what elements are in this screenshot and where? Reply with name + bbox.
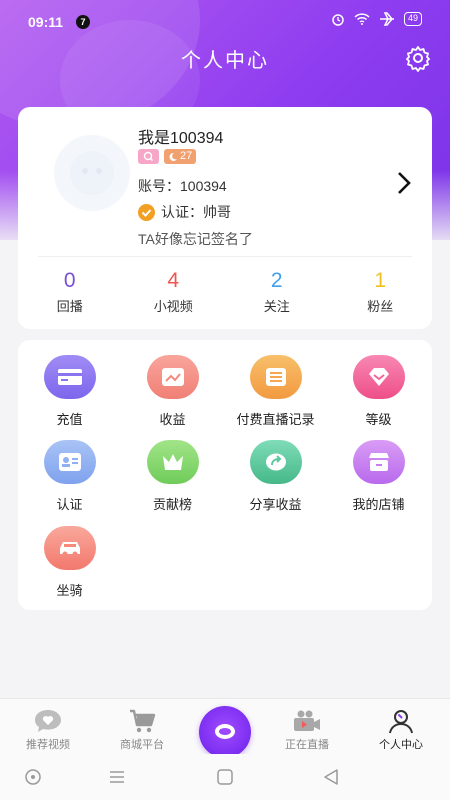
card-icon xyxy=(43,355,96,399)
person-icon xyxy=(356,707,446,735)
tab-label: 正在直播 xyxy=(285,739,329,751)
menu-label: 认证 xyxy=(56,497,83,512)
menu-item-certification[interactable]: 认证 xyxy=(18,440,121,513)
id-card-icon xyxy=(43,440,96,484)
airplane-icon xyxy=(379,12,394,26)
status-bar: 09:11 7 49 xyxy=(0,0,450,44)
back-icon[interactable] xyxy=(322,768,340,786)
menu-label: 分享收益 xyxy=(249,497,302,512)
live-camera-icon xyxy=(262,707,352,735)
diamond-icon xyxy=(352,355,405,399)
page-title: 个人中心 xyxy=(181,50,269,72)
menu-label: 等级 xyxy=(365,412,392,427)
list-icon xyxy=(249,355,302,399)
default-avatar-icon xyxy=(70,151,114,195)
menu-label: 付费直播记录 xyxy=(236,412,315,427)
menu-label: 贡献榜 xyxy=(152,497,192,512)
avatar[interactable] xyxy=(54,135,130,211)
menu-item-level[interactable]: 等级 xyxy=(327,355,430,428)
menu-icon[interactable] xyxy=(108,768,126,786)
menu-label: 坐骑 xyxy=(56,583,83,598)
menu-item-earnings[interactable]: 收益 xyxy=(121,355,224,428)
stat-value: 4 xyxy=(167,269,180,292)
gear-icon xyxy=(406,46,430,72)
status-time: 09:11 xyxy=(28,14,64,30)
system-navigation-bar xyxy=(0,754,450,800)
search-badge-icon xyxy=(138,149,159,164)
stat-value: 2 xyxy=(270,269,283,292)
car-icon xyxy=(43,526,96,570)
stat-value: 1 xyxy=(374,269,387,292)
certification: 认证：帅哥 xyxy=(138,202,231,222)
nickname: 我是100394 xyxy=(138,130,224,147)
tab-label: 商城平台 xyxy=(120,739,164,751)
wifi-icon xyxy=(354,13,370,25)
alarm-icon xyxy=(332,14,344,26)
level-badge: 27 xyxy=(164,149,197,164)
stat-fans[interactable]: 1 粉丝 xyxy=(329,268,433,315)
tab-mall[interactable]: 商城平台 xyxy=(97,699,187,752)
stat-following[interactable]: 2 关注 xyxy=(225,268,329,315)
crown-icon xyxy=(146,440,199,484)
check-badge-icon xyxy=(138,203,155,221)
tab-live[interactable]: 正在直播 xyxy=(262,699,352,752)
menu-item-mount[interactable]: 坐骑 xyxy=(18,526,121,599)
tab-profile[interactable]: 个人中心 xyxy=(356,699,446,752)
menu-label: 我的店铺 xyxy=(352,497,405,512)
feature-menu: 充值 收益 付费直播记录 等级 认证 贡献榜 分享收益 我的店铺 坐骑 xyxy=(18,340,432,610)
menu-label: 收益 xyxy=(159,412,186,427)
stats-row: 0 回播 4 小视频 2 关注 1 粉丝 xyxy=(18,268,432,315)
notification-badge: 7 xyxy=(76,15,90,29)
home-icon[interactable] xyxy=(216,768,234,786)
menu-item-share-earnings[interactable]: 分享收益 xyxy=(224,440,327,513)
menu-item-paid-live-records[interactable]: 付费直播记录 xyxy=(224,355,327,428)
heart-chat-icon xyxy=(3,707,93,735)
store-icon xyxy=(352,440,405,484)
battery-indicator: 49 xyxy=(403,12,422,26)
tab-label: 个人中心 xyxy=(379,739,423,751)
divider xyxy=(38,256,412,257)
user-badges: 27 xyxy=(138,149,197,164)
stat-label: 回播 xyxy=(56,299,83,314)
stat-label: 粉丝 xyxy=(367,299,394,314)
menu-item-contribution-rank[interactable]: 贡献榜 xyxy=(121,440,224,513)
menu-item-recharge[interactable]: 充值 xyxy=(18,355,121,428)
profile-card[interactable]: 我是100394 27 账号：100394 认证：帅哥 TA好像忘记签名了 0 … xyxy=(18,107,432,329)
stat-value: 0 xyxy=(63,269,76,292)
level-value: 27 xyxy=(180,150,193,162)
go-live-button[interactable] xyxy=(199,706,251,758)
signature: TA好像忘记签名了 xyxy=(138,231,253,247)
status-icons: 49 xyxy=(331,12,422,26)
assistant-icon[interactable] xyxy=(24,768,42,786)
tab-recommended-videos[interactable]: 推荐视频 xyxy=(3,699,93,752)
settings-button[interactable] xyxy=(404,44,432,72)
chevron-right-icon xyxy=(398,172,411,194)
certification-text: 认证：帅哥 xyxy=(161,204,231,220)
share-icon xyxy=(249,440,302,484)
moon-icon xyxy=(169,152,177,161)
live-ring-icon xyxy=(215,724,235,739)
chart-icon xyxy=(146,355,199,399)
stat-replay[interactable]: 0 回播 xyxy=(18,268,122,315)
profile-detail-button[interactable] xyxy=(394,169,414,197)
menu-item-my-store[interactable]: 我的店铺 xyxy=(327,440,430,513)
cart-icon xyxy=(97,707,187,735)
tab-label: 推荐视频 xyxy=(26,739,70,751)
stat-label: 关注 xyxy=(263,299,290,314)
stat-label: 小视频 xyxy=(153,299,193,314)
stat-short-videos[interactable]: 4 小视频 xyxy=(122,268,226,315)
menu-label: 充值 xyxy=(56,412,83,427)
account-id: 账号：100394 xyxy=(138,178,227,194)
